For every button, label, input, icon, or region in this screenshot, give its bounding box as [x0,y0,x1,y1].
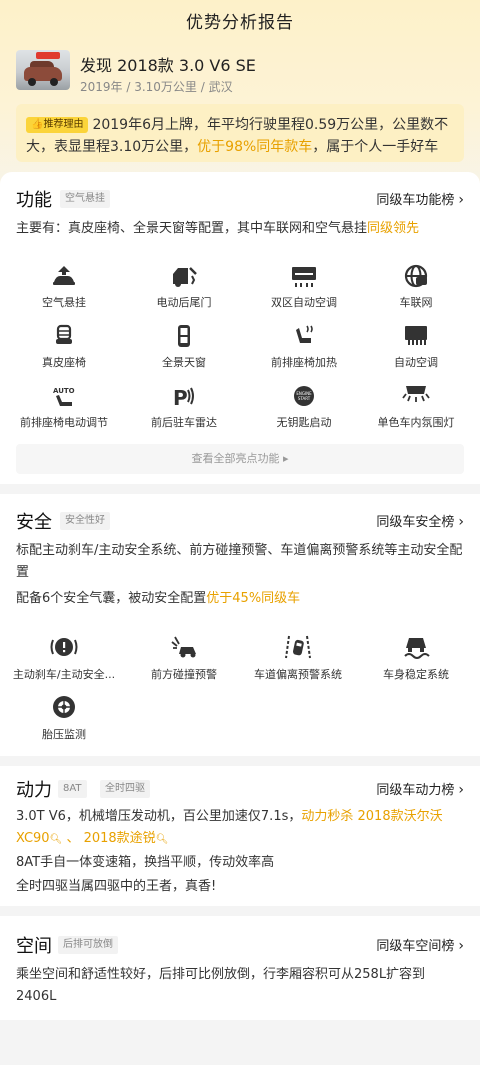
safety-tire-pressure[interactable]: 胎压监测 [4,694,124,746]
safety-tag: 安全性好 [60,512,110,530]
active-brake-icon [50,638,78,656]
feature-auto-ac[interactable]: 自动空调 [356,324,476,376]
view-all-features-button[interactable]: 查看全部亮点功能 ▸ [16,444,464,474]
power-title: 动力 [16,780,52,801]
svg-text:P: P [173,386,188,408]
features-card: 功能 空气悬挂 同级车功能榜 › 主要有：真皮座椅、全景天窗等配置，其中车联网和空… [0,172,480,484]
chevron-right-icon: › [458,514,464,530]
power-line3: 全时四驱当属四驱中的王者，真香! [16,879,217,894]
parking-radar-icon: P [173,386,194,408]
car-name: 发现 2018款 3.0 V6 SE [80,56,256,75]
safety-rank-link[interactable]: 同级车安全榜 › [376,511,464,530]
chevron-right-icon: › [458,192,464,208]
keyless-start-icon: ENGINE START [294,386,314,406]
power-card: 动力 8AT 全时四驱 同级车动力榜 › 3.0T V6，机械增压发动机，百公里加… [0,766,480,906]
safety-card: 安全 安全性好 同级车安全榜 › 标配主动刹车/主动安全系统、前方碰撞预警、车道偏… [0,494,480,756]
safety-active-brake[interactable]: 主动刹车/主动安全... [4,634,124,686]
power-line2: 8AT手自一体变速箱，换挡平顺，传动效率高 [16,855,275,870]
chevron-right-icon: › [458,938,464,954]
power-tag-awd: 全时四驱 [100,780,150,798]
compare-car-link[interactable]: 2018款途锐🔍︎ [84,831,169,846]
safety-lane-departure[interactable]: 车道偏离预警系统 [238,634,358,686]
safety-collision-warning[interactable]: 前方碰撞预警 [124,634,244,686]
power-rank-link[interactable]: 同级车动力榜 › [376,779,464,798]
page-title: 优势分析报告 [186,13,294,33]
play-arrow-icon: ▸ [282,452,289,465]
connected-car-icon [404,264,428,288]
features-rank-link[interactable]: 同级车功能榜 › [376,189,464,208]
feature-parking-radar[interactable]: P 前后驻车雷达 [124,384,244,436]
auto-ac-icon [405,326,427,345]
feature-dual-zone-ac[interactable]: 双区自动空调 [244,264,364,316]
car-meta: 2019年 / 3.10万公里 / 武汉 [80,80,233,94]
reason-highlight: 优于98%同年款车 [197,139,313,155]
feature-panoramic-sunroof[interactable]: 全景天窗 [124,324,244,376]
space-rank-link[interactable]: 同级车空间榜 › [376,935,464,954]
chevron-right-icon: › [458,782,464,798]
feature-connected-car[interactable]: 车联网 [356,264,476,316]
thumbs-up-icon: 👍 [31,119,44,130]
dual-zone-ac-icon [292,267,316,287]
safety-line2: 配备6个安全气囊，被动安全配置优于45%同级车 [16,591,301,606]
feature-air-suspension[interactable]: 空气悬挂 [4,264,124,316]
svg-text:AUTO: AUTO [53,387,75,395]
features-summary: 主要有：真皮座椅、全景天窗等配置，其中车联网和空气悬挂同级领先 [16,221,420,236]
recommend-reason: 👍推荐理由 2019年6月上牌，年平均行驶里程0.59万公里，公里数不大，表显里… [16,104,464,162]
panoramic-sunroof-icon [178,325,190,347]
feature-keyless-start[interactable]: ENGINE START 无钥匙启动 [244,384,364,436]
collision-warning-icon [171,636,196,658]
seat-heating-icon [296,325,313,343]
feature-seat-heating[interactable]: 前排座椅加热 [244,324,364,376]
safety-title: 安全 [16,512,52,533]
ambient-light-icon [402,386,430,402]
car-summary[interactable]: 发现 2018款 3.0 V6 SE 2019年 / 3.10万公里 / 武汉 [16,50,464,100]
power-tag-8at: 8AT [58,780,87,798]
reason-text-end: ，属于个人一手好车 [312,139,439,155]
leather-seat-icon [56,324,72,344]
space-text: 乘坐空间和舒适性较好，后排可比例放倒，行李厢容积可从258L扩容到2406L [16,967,426,1004]
search-icon: 🔍︎ [49,834,63,845]
lane-departure-icon [285,635,311,659]
feature-leather-seat[interactable]: 真皮座椅 [4,324,124,376]
feature-power-tailgate[interactable]: 电动后尾门 [124,264,244,316]
safety-line1: 标配主动刹车/主动安全系统、前方碰撞预警、车道偏离预警系统等主动安全配置 [16,543,463,580]
feature-ambient-light[interactable]: 单色车内氛围灯 [356,384,476,436]
power-tailgate-icon [173,267,197,287]
air-suspension-icon [53,266,75,285]
features-title: 功能 [16,190,52,211]
stability-control-icon [404,638,430,659]
safety-stability-control[interactable]: 车身稳定系统 [356,634,476,686]
power-seat-icon: AUTO [53,387,75,406]
space-title: 空间 [16,936,52,957]
svg-text:START: START [298,396,311,401]
space-tag: 后排可放倒 [58,936,118,954]
tire-pressure-icon [53,696,75,718]
power-line1: 3.0T V6，机械增压发动机，百公里加速仅7.1s，动力秒杀 2018款沃尔沃… [16,809,443,846]
search-icon: 🔍︎ [155,834,169,845]
feature-power-seat[interactable]: AUTO 前排座椅电动调节 [4,384,124,436]
space-card: 空间 后排可放倒 同级车空间榜 › 乘坐空间和舒适性较好，后排可比例放倒，行李厢容… [0,916,480,1020]
features-tag: 空气悬挂 [60,190,110,208]
recommend-tag: 👍推荐理由 [26,117,89,133]
car-thumbnail [16,50,70,90]
